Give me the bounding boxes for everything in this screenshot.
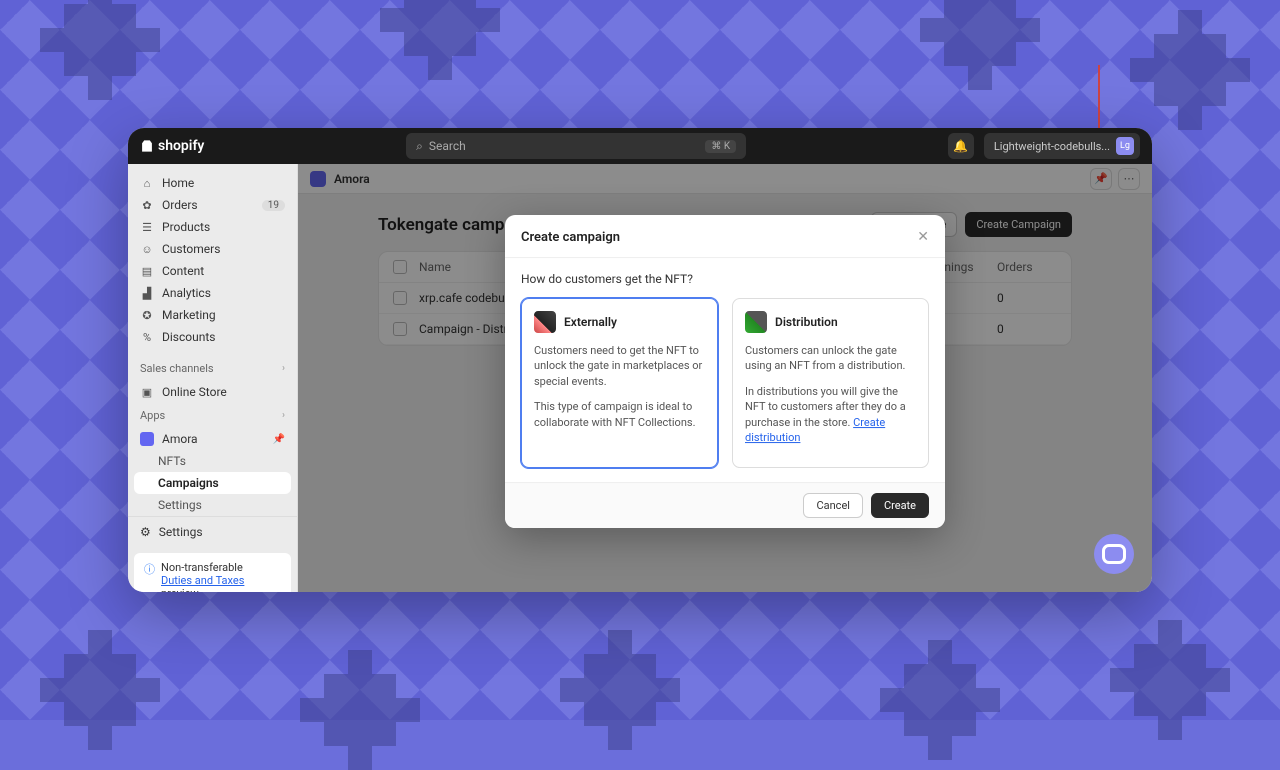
pin-icon[interactable]: 📌 [273, 434, 285, 445]
notifications-button[interactable]: 🔔 [948, 133, 974, 159]
create-button[interactable]: Create [871, 493, 929, 518]
sidebar-item-settings[interactable]: ⚙Settings [128, 516, 297, 547]
option-desc: Customers need to get the NFT to unlock … [534, 343, 705, 389]
bell-icon: 🔔 [953, 139, 968, 153]
option-distribution[interactable]: Distribution Customers can unlock the ga… [732, 298, 929, 468]
info-icon: ⓘ [144, 561, 155, 592]
close-icon: ✕ [917, 229, 929, 245]
discounts-icon: % [140, 330, 154, 344]
sidebar-item-home[interactable]: ⌂Home [128, 172, 297, 194]
brand-text: shopify [158, 138, 204, 154]
sidebar-item-content[interactable]: ▤Content [128, 260, 297, 282]
modal-close-button[interactable]: ✕ [917, 229, 929, 245]
sidebar-notice: ⓘ Non-transferable Duties and Taxes prev… [134, 553, 291, 592]
option-desc: In distributions you will give the NFT t… [745, 384, 916, 446]
option-desc: Customers can unlock the gate using an N… [745, 343, 916, 374]
store-icon: ▣ [140, 385, 154, 399]
chevron-right-icon: › [282, 363, 285, 374]
analytics-icon: ▟ [140, 286, 154, 300]
notice-link[interactable]: Duties and Taxes [161, 574, 244, 587]
orders-icon: ✿ [140, 198, 154, 212]
option-desc: This type of campaign is ideal to collab… [534, 399, 705, 430]
distribution-icon [745, 311, 767, 333]
topbar: shopify ⌕ Search ⌘ K 🔔 Lightweight-codeb… [128, 128, 1152, 164]
sidebar-item-customers[interactable]: ☺Customers [128, 238, 297, 260]
main-content: Amora 📌 ⋯ Tokengate campaigns ?Learn mor… [298, 164, 1152, 592]
store-menu[interactable]: Lightweight-codebulls... Lg [984, 133, 1140, 159]
option-title: Distribution [775, 315, 838, 329]
sidebar-sub-campaigns[interactable]: Campaigns [134, 472, 291, 494]
orders-badge: 19 [262, 200, 285, 211]
sidebar-item-online-store[interactable]: ▣Online Store [128, 381, 297, 403]
content-icon: ▤ [140, 264, 154, 278]
search-input[interactable]: ⌕ Search ⌘ K [406, 133, 746, 159]
sales-channels-header[interactable]: Sales channels› [128, 356, 297, 381]
chat-fab[interactable] [1094, 534, 1134, 574]
sidebar: ⌂Home✿Orders19☰Products☺Customers▤Conten… [128, 164, 298, 592]
sidebar-sub-settings[interactable]: Settings [128, 494, 297, 516]
amora-app-icon [140, 432, 154, 446]
sidebar-item-amora[interactable]: Amora📌 [128, 428, 297, 450]
apps-header[interactable]: Apps› [128, 403, 297, 428]
home-icon: ⌂ [140, 176, 154, 190]
customers-icon: ☺ [140, 242, 154, 256]
cancel-button[interactable]: Cancel [803, 493, 862, 518]
option-title: Externally [564, 315, 617, 329]
externally-icon [534, 311, 556, 333]
gear-icon: ⚙ [140, 525, 151, 539]
shopify-logo: shopify [140, 138, 204, 154]
sidebar-item-analytics[interactable]: ▟Analytics [128, 282, 297, 304]
sidebar-sub-nfts[interactable]: NFTs [128, 450, 297, 472]
create-campaign-modal: Create campaign ✕ How do customers get t… [505, 215, 945, 528]
option-externally[interactable]: Externally Customers need to get the NFT… [521, 298, 718, 468]
sidebar-item-orders[interactable]: ✿Orders19 [128, 194, 297, 216]
modal-title: Create campaign [521, 230, 620, 245]
modal-question: How do customers get the NFT? [521, 272, 929, 286]
sidebar-item-marketing[interactable]: ✪Marketing [128, 304, 297, 326]
notice-line1: Non-transferable [161, 561, 281, 574]
search-shortcut: ⌘ K [705, 140, 736, 153]
marketing-icon: ✪ [140, 308, 154, 322]
search-icon: ⌕ [416, 139, 423, 154]
store-name-text: Lightweight-codebulls... [994, 140, 1110, 153]
app-window: shopify ⌕ Search ⌘ K 🔔 Lightweight-codeb… [128, 128, 1152, 592]
search-placeholder: Search [429, 139, 466, 153]
chevron-right-icon: › [282, 410, 285, 421]
avatar: Lg [1116, 137, 1134, 155]
products-icon: ☰ [140, 220, 154, 234]
sidebar-item-discounts[interactable]: %Discounts [128, 326, 297, 348]
sidebar-item-products[interactable]: ☰Products [128, 216, 297, 238]
